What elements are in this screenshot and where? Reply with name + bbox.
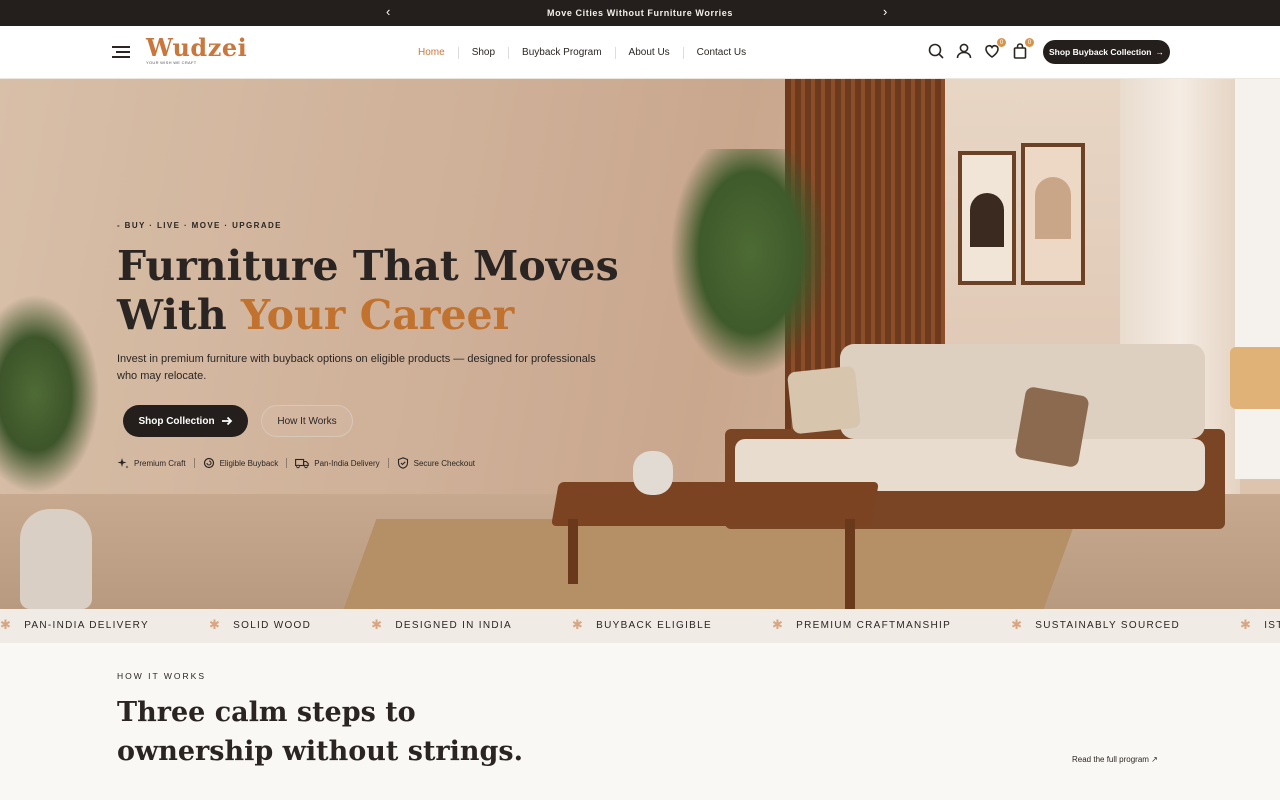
announcement-message: Move Cities Without Furniture Worries <box>547 8 733 18</box>
potted-plant <box>0 294 100 494</box>
vase <box>20 509 92 609</box>
sparkle-icon <box>117 458 129 469</box>
arrow-right-icon <box>221 416 232 426</box>
feature-label: Eligible Buyback <box>219 458 279 468</box>
asterisk-icon: ✱ <box>571 617 585 632</box>
window <box>1235 79 1280 479</box>
features-marquee: ✱ PAN-INDIA DELIVERY ✱ SOLID WOOD ✱ DESIGNE… <box>0 609 1280 643</box>
hero-title-line1: Furniture That Moves <box>117 242 619 290</box>
shop-buyback-collection-label: Shop Buyback Collection <box>1049 47 1152 57</box>
wall-art-frame <box>1021 143 1085 285</box>
section-label: HOW IT WORKS <box>117 671 207 681</box>
hero-kicker: - BUY · LIVE · MOVE · UPGRADE <box>117 221 282 230</box>
asterisk-icon: ✱ <box>208 617 222 632</box>
marquee-item: ✱ PAN-INDIA DELIVERY <box>0 617 149 632</box>
marquee-item: ✱ SUSTAINABLY SOURCED <box>1011 617 1181 632</box>
feature-label: Secure Checkout <box>413 458 476 468</box>
arrow-right-icon: → <box>1155 47 1165 57</box>
chevron-right-icon[interactable]: › <box>883 4 887 20</box>
marquee-item: ✱ ISTART NEST REGISTERED <box>1240 617 1280 632</box>
how-it-works-section: HOW IT WORKS Three calm steps to ownersh… <box>0 643 1280 800</box>
feature-label: Pan-India Delivery <box>314 458 380 468</box>
hero-title-accent: Your Career <box>240 291 515 339</box>
marquee-track: ✱ PAN-INDIA DELIVERY ✱ SOLID WOOD ✱ DESIGNE… <box>0 617 1280 632</box>
cart-count-badge: 0 <box>1025 38 1034 47</box>
hero-title: Furniture That Moves With Your Career <box>117 242 677 340</box>
marquee-item: ✱ DESIGNED IN INDIA <box>371 617 512 632</box>
feature-divider <box>387 458 389 468</box>
shop-collection-button[interactable]: Shop Collection <box>123 405 248 437</box>
hero-content: - BUY · LIVE · MOVE · UPGRADE Furniture … <box>117 79 637 609</box>
search-icon[interactable] <box>927 42 945 60</box>
asterisk-icon: ✱ <box>1011 617 1024 632</box>
nav-home[interactable]: Home <box>405 47 458 58</box>
read-full-program-link[interactable]: Read the full program ↗ <box>1072 755 1158 764</box>
cart-button[interactable]: 0 <box>1011 38 1034 60</box>
section-title: Three calm steps to ownership without st… <box>117 697 524 767</box>
hero-title-line2: With <box>117 291 241 339</box>
refresh-icon <box>203 457 214 469</box>
cushion <box>1014 385 1090 469</box>
feature-secure-checkout: Secure Checkout <box>397 457 475 469</box>
nav-about-us[interactable]: About Us <box>616 47 683 58</box>
potted-plant <box>670 149 830 379</box>
coffee-table-leg <box>845 519 855 609</box>
marquee-item: ✱ BUYBACK ELIGIBLE <box>571 617 712 632</box>
feature-eligible-buyback: Eligible Buyback <box>203 457 279 469</box>
feature-divider <box>193 458 195 468</box>
header-icons: 0 0 <box>927 38 1034 60</box>
marquee-label: ISTART NEST REGISTERED <box>1264 619 1280 631</box>
logo[interactable]: Wudzei YOUR WISH WE CRAFT <box>146 33 248 69</box>
marquee-label: DESIGNED IN INDIA <box>395 619 512 631</box>
asterisk-icon: ✱ <box>1240 617 1253 632</box>
user-icon[interactable] <box>955 42 973 60</box>
truck-icon <box>295 458 310 469</box>
marquee-item: ✱ PREMIUM CRAFTMANSHIP <box>771 617 952 632</box>
wishlist-button[interactable]: 0 <box>983 38 1006 60</box>
cushion <box>786 365 862 435</box>
chevron-left-icon[interactable]: ‹ <box>386 4 390 20</box>
hero-features: Premium Craft Eligible Buyback Pan-India… <box>117 457 475 469</box>
hero-subtitle: Invest in premium furniture with buyback… <box>117 353 596 382</box>
asterisk-icon: ✱ <box>371 617 384 632</box>
asterisk-icon: ✱ <box>0 617 13 632</box>
hero-section: - BUY · LIVE · MOVE · UPGRADE Furniture … <box>0 79 1280 609</box>
marquee-label: SOLID WOOD <box>233 619 312 631</box>
main-nav: Home Shop Buyback Program About Us Conta… <box>405 26 759 79</box>
logo-wordmark: Wudzei <box>146 33 248 62</box>
feature-pan-india-delivery: Pan-India Delivery <box>295 457 380 469</box>
shop-collection-label: Shop Collection <box>138 415 215 427</box>
wall-art-frame <box>958 151 1016 285</box>
marquee-label: PAN-INDIA DELIVERY <box>24 619 149 631</box>
shield-check-icon <box>397 457 408 469</box>
nav-contact-us[interactable]: Contact Us <box>684 47 759 58</box>
table-lamp <box>1230 347 1280 409</box>
feature-divider <box>286 458 288 468</box>
feature-label: Premium Craft <box>134 458 186 468</box>
vase <box>633 451 673 495</box>
shop-buyback-collection-button[interactable]: Shop Buyback Collection → <box>1043 40 1170 64</box>
marquee-label: SUSTAINABLY SOURCED <box>1035 619 1181 631</box>
nav-buyback-program[interactable]: Buyback Program <box>509 47 614 58</box>
how-it-works-button[interactable]: How It Works <box>261 405 353 437</box>
nav-shop[interactable]: Shop <box>459 47 508 58</box>
feature-premium-craft: Premium Craft <box>117 457 186 469</box>
site-header: Wudzei YOUR WISH WE CRAFT Home Shop Buyb… <box>0 26 1280 79</box>
marquee-label: BUYBACK ELIGIBLE <box>596 619 712 631</box>
menu-icon[interactable] <box>112 44 132 60</box>
how-it-works-label: How It Works <box>277 415 337 427</box>
marquee-label: PREMIUM CRAFTMANSHIP <box>796 619 952 631</box>
marquee-item: ✱ SOLID WOOD <box>208 617 312 632</box>
announcement-bar: ‹ Move Cities Without Furniture Worries … <box>0 0 1280 26</box>
asterisk-icon: ✱ <box>771 617 785 632</box>
wishlist-count-badge: 0 <box>997 38 1006 47</box>
